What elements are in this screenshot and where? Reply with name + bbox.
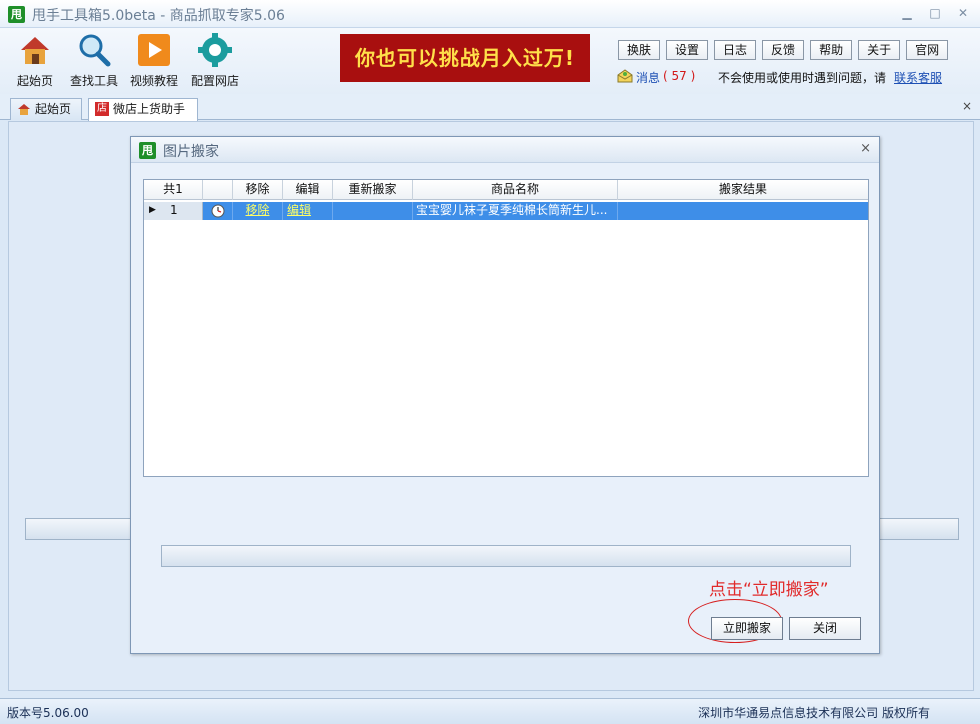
grid-header: 共1 移除 编辑 重新搬家 商品名称 搬家结果: [144, 180, 868, 200]
dialog-title-bar: 甩 图片搬家 ×: [131, 137, 879, 163]
toolbar-video-button[interactable]: 视频教程: [124, 32, 184, 89]
envelope-icon: [617, 69, 633, 83]
tab-close-icon[interactable]: ×: [962, 99, 972, 113]
column-header-result: 搬家结果: [718, 182, 767, 196]
app-logo-icon: 甩: [8, 6, 25, 23]
clock-icon: [211, 204, 225, 218]
minimize-button[interactable]: ▁: [900, 6, 914, 20]
official-site-button[interactable]: 官网: [906, 40, 949, 60]
column-header-remove: 移除: [233, 180, 283, 200]
copyright-text: 深圳市华通易点信息技术有限公司 版权所有: [698, 706, 930, 720]
toolbar-video-label: 视频教程: [129, 74, 178, 88]
image-move-dialog: 甩 图片搬家 × 共1 移除 编辑 重新搬家 商品名称 搬家结果 ▶ 1 移除 …: [130, 136, 880, 654]
remove-link[interactable]: 移除: [233, 202, 283, 220]
skin-button[interactable]: 换肤: [618, 40, 661, 60]
tab-start-page[interactable]: 起始页: [10, 98, 82, 120]
column-header-product-name: 商品名称: [413, 180, 618, 200]
background-progress-bar: [879, 518, 959, 540]
edit-link[interactable]: 编辑: [283, 202, 333, 220]
tab-bar: 起始页 店 微店上货助手 ×: [0, 94, 980, 121]
promo-banner[interactable]: 你也可以挑战月入过万!: [340, 34, 590, 82]
redo-cell[interactable]: [333, 202, 413, 220]
result-cell: [618, 202, 868, 220]
instruction-annotation: 点击“立即搬家”: [709, 580, 829, 600]
version-text: 版本号5.06.00: [7, 706, 89, 720]
window-title: 甩手工具箱5.0beta - 商品抓取专家5.06: [32, 8, 285, 24]
title-bar: 甩 甩手工具箱5.0beta - 商品抓取专家5.06 ▁ □ ✕: [0, 0, 980, 28]
background-progress-bar: [25, 518, 135, 540]
messages-link[interactable]: 消息: [636, 69, 660, 86]
help-prompt-text: 不会使用或使用时遇到问题，请: [718, 71, 887, 85]
close-window-button[interactable]: ✕: [956, 6, 970, 20]
start-move-button[interactable]: 立即搬家: [711, 617, 783, 640]
product-name-cell: 宝宝婴儿袜子夏季纯棉长筒新生儿...: [413, 202, 618, 220]
gear-icon: [198, 33, 232, 67]
toolbar-config-shop-button[interactable]: 配置网店: [185, 32, 245, 89]
house-icon: [18, 104, 30, 115]
dialog-close-icon[interactable]: ×: [860, 141, 871, 156]
row-index: 1: [170, 203, 178, 217]
window-controls: ▁ □ ✕: [900, 6, 970, 20]
top-button-group: 换肤 设置 日志 反馈 帮助 关于 官网: [618, 40, 949, 60]
tab-weidian-helper[interactable]: 店 微店上货助手: [88, 98, 198, 121]
dialog-title: 图片搬家: [163, 144, 219, 160]
dialog-logo-icon: 甩: [139, 142, 156, 159]
close-dialog-button[interactable]: 关闭: [789, 617, 861, 640]
column-header-redo: 重新搬家: [333, 180, 413, 200]
column-header-count: 共1: [144, 180, 203, 200]
column-header-edit: 编辑: [283, 180, 333, 200]
row-status-cell: [203, 202, 233, 220]
about-button[interactable]: 关于: [858, 40, 901, 60]
status-bar: 版本号5.06.00 深圳市华通易点信息技术有限公司 版权所有: [0, 698, 980, 724]
shop-icon: 店: [95, 102, 109, 116]
magnifier-icon: [79, 34, 111, 67]
toolbar-find-tool-button[interactable]: 查找工具: [64, 32, 124, 89]
move-progress-bar: [161, 545, 851, 567]
toolbar-home-button[interactable]: 起始页: [5, 32, 65, 89]
toolbar-home-label: 起始页: [16, 74, 53, 88]
row-pointer-icon: ▶: [149, 205, 156, 215]
tab-start-page-label: 起始页: [35, 102, 72, 116]
house-icon: [21, 37, 49, 64]
table-row[interactable]: ▶ 1 移除 编辑 宝宝婴儿袜子夏季纯棉长筒新生儿...: [144, 202, 868, 220]
log-button[interactable]: 日志: [714, 40, 757, 60]
toolbar-config-shop-label: 配置网店: [190, 74, 239, 88]
column-header-status: [203, 180, 233, 200]
settings-button[interactable]: 设置: [666, 40, 709, 60]
contact-support-link[interactable]: 联系客服: [894, 69, 942, 86]
feedback-button[interactable]: 反馈: [762, 40, 805, 60]
play-icon: [138, 34, 170, 66]
help-button[interactable]: 帮助: [810, 40, 853, 60]
message-count-badge: ( 57 ): [663, 69, 696, 83]
toolbar-find-tool-label: 查找工具: [69, 74, 118, 88]
message-row: 消息 ( 57 ) 不会使用或使用时遇到问题，请 联系客服: [617, 68, 977, 86]
tab-weidian-helper-label: 微店上货助手: [113, 102, 186, 116]
maximize-button[interactable]: □: [928, 6, 942, 20]
row-index-cell: ▶ 1: [144, 202, 203, 220]
product-grid: 共1 移除 编辑 重新搬家 商品名称 搬家结果 ▶ 1 移除 编辑 宝宝婴儿袜子…: [143, 179, 869, 477]
